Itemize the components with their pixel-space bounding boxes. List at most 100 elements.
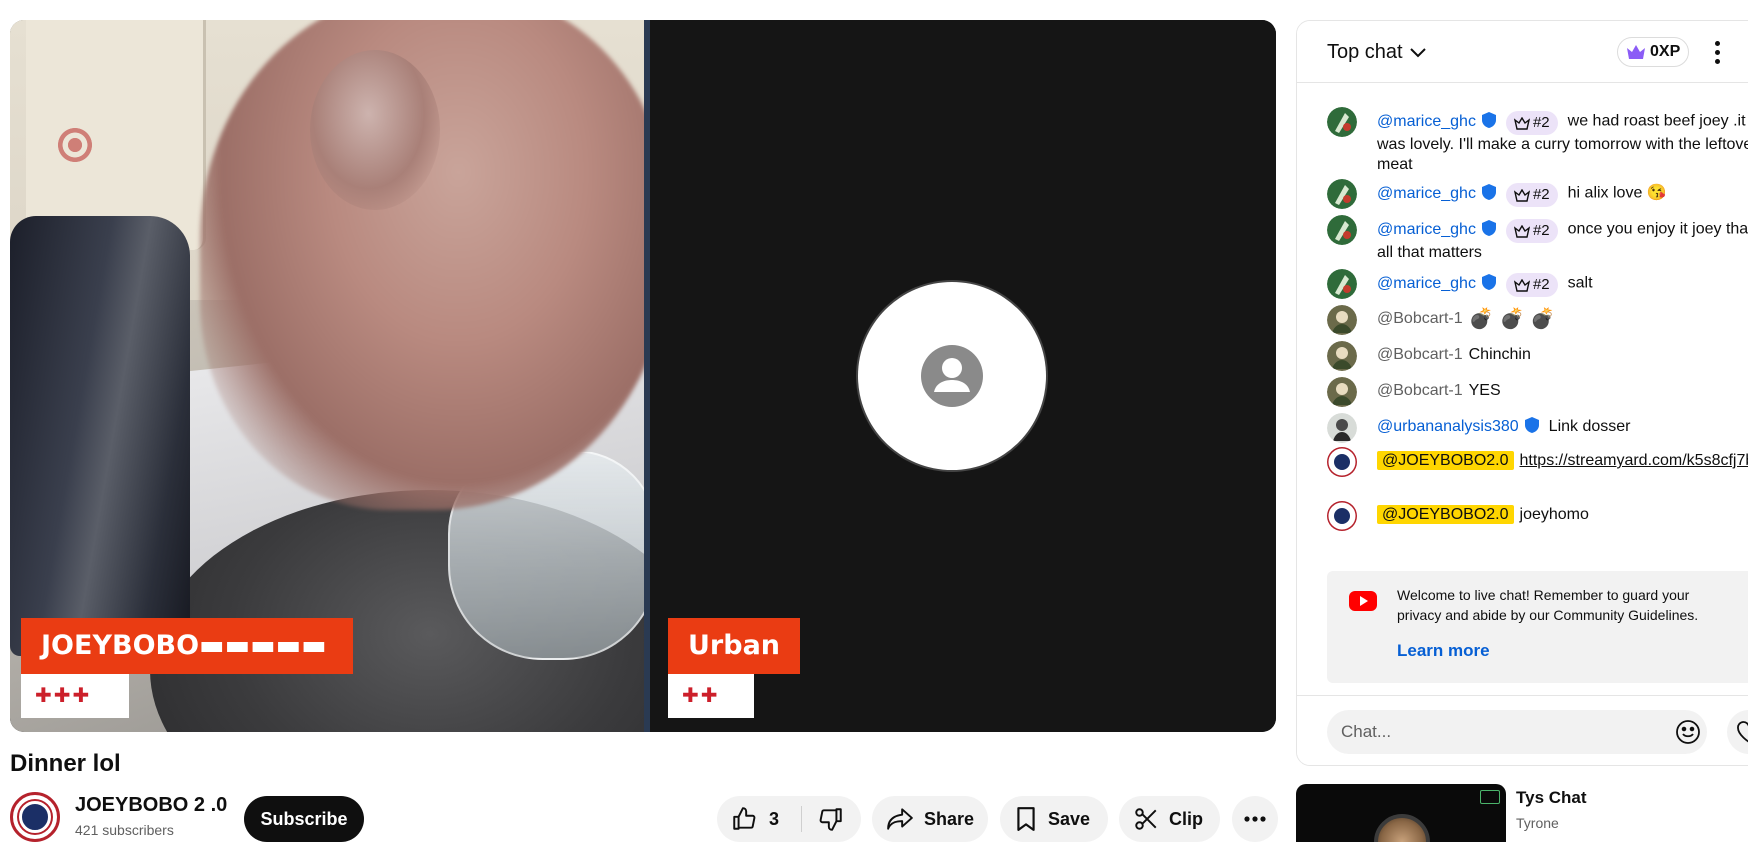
live-chat-panel: Top chat 0XP @marice_ghc #2 we had roast b… — [1296, 20, 1748, 766]
flag-emoji-tag-left: ✚✚✚ — [21, 674, 129, 718]
avatar[interactable] — [1327, 107, 1357, 137]
more-actions-button[interactable] — [1232, 796, 1278, 842]
chat-link[interactable]: https://streamyard.com/k5s8cfj7b8 — [1520, 452, 1748, 469]
avatar[interactable] — [1327, 269, 1357, 299]
channel-avatar[interactable] — [10, 792, 60, 842]
subscribe-button[interactable]: Subscribe — [244, 796, 364, 842]
emoji-smiley-icon[interactable] — [1675, 719, 1701, 745]
verified-shield-icon — [1481, 111, 1496, 128]
heart-icon — [1737, 721, 1748, 743]
like-dislike-group: 3 — [717, 796, 861, 842]
verified-shield-icon — [1481, 219, 1496, 236]
chat-menu-icon[interactable] — [1705, 37, 1729, 67]
share-label: Share — [924, 808, 975, 829]
top-chat-dropdown[interactable]: Top chat — [1327, 41, 1427, 64]
video-player[interactable]: JOEYBOBO▬▬▬▬▬ ✚✚✚ Urban ✚✚ — [10, 20, 1276, 732]
related-video-title[interactable]: Tys Chat — [1516, 788, 1587, 808]
avatar[interactable] — [1327, 215, 1357, 245]
chat-message: @JOEYBOBO2.0 https://streamyard.com/k5s8c… — [1327, 447, 1748, 477]
chat-author[interactable]: @urbananalysis380 — [1377, 418, 1519, 435]
chat-message: @urbananalysis380 Link dosser — [1327, 413, 1748, 443]
chat-author[interactable]: @Bobcart-1 — [1377, 310, 1463, 327]
share-button[interactable]: Share — [872, 796, 988, 842]
chat-message: @Bobcart-1 Chinchin — [1327, 341, 1748, 371]
dislike-button[interactable] — [802, 796, 860, 842]
scissors-icon — [1135, 808, 1157, 830]
avatar[interactable] — [1327, 447, 1357, 477]
related-video-thumbnail[interactable] — [1296, 784, 1506, 842]
related-video-channel[interactable]: Tyrone — [1516, 815, 1559, 831]
xp-value: 0XP — [1650, 43, 1681, 60]
clip-button[interactable]: Clip — [1119, 796, 1220, 842]
xp-badge[interactable]: 0XP — [1617, 37, 1690, 67]
avatar[interactable] — [1327, 413, 1357, 443]
chat-text: Chinchin — [1468, 346, 1531, 363]
learn-more-link[interactable]: Learn more — [1397, 641, 1490, 661]
chat-author[interactable]: @marice_ghc — [1377, 221, 1476, 238]
participant-name-tag-left: JOEYBOBO▬▬▬▬▬ — [21, 618, 353, 674]
video-title: Dinner lol — [10, 750, 121, 777]
chat-author[interactable]: @marice_ghc — [1377, 275, 1476, 292]
youtube-live-page: JOEYBOBO▬▬▬▬▬ ✚✚✚ Urban ✚✚ Dinner lol JO… — [0, 0, 1748, 842]
chat-author-owner[interactable]: @JOEYBOBO2.0 — [1377, 451, 1514, 470]
thumbs-up-icon — [733, 807, 756, 830]
avatar[interactable] — [1327, 341, 1357, 371]
chat-message: @Bobcart-1 YES — [1327, 377, 1748, 407]
chat-text: salt — [1567, 274, 1593, 292]
chat-text: 💣💣💣 — [1468, 308, 1562, 330]
crown-outline-icon — [1513, 188, 1530, 202]
rank-badge: #2 — [1505, 219, 1558, 243]
chat-author[interactable]: @Bobcart-1 — [1377, 382, 1463, 399]
verified-shield-icon — [1481, 183, 1496, 200]
share-arrow-icon — [887, 808, 913, 830]
crown-icon — [1627, 45, 1645, 59]
heart-reaction-button[interactable] — [1727, 710, 1748, 754]
person-icon — [921, 345, 983, 407]
chat-message: @marice_ghc #2 once you enjoy it joey that… — [1327, 215, 1748, 263]
rank-badge: #2 — [1505, 183, 1558, 207]
save-label: Save — [1048, 808, 1091, 829]
crown-outline-icon — [1513, 278, 1530, 292]
youtube-logo-icon — [1349, 591, 1377, 611]
avatar[interactable] — [1327, 377, 1357, 407]
subscriber-count: 421 subscribers — [75, 822, 174, 838]
chevron-down-icon — [1409, 47, 1426, 57]
participant-name-tag-right: Urban — [668, 618, 800, 674]
rank-badge: #2 — [1505, 273, 1558, 297]
chat-message: @marice_ghc #2 we had roast beef joey .it … — [1327, 107, 1748, 175]
avatar[interactable] — [1327, 501, 1357, 531]
verified-shield-icon — [1481, 273, 1496, 290]
bookmark-icon — [1017, 807, 1035, 831]
chat-text: hi alix love 😘 — [1567, 184, 1667, 202]
chat-text: YES — [1468, 382, 1501, 399]
more-horizontal-icon — [1244, 816, 1266, 822]
save-button[interactable]: Save — [1000, 796, 1108, 842]
welcome-text: Welcome to live chat! Remember to guard … — [1397, 587, 1699, 623]
clip-label: Clip — [1169, 808, 1203, 829]
chat-text: joeyhomo — [1519, 506, 1589, 523]
like-button[interactable]: 3 — [717, 796, 801, 842]
thumbs-down-icon — [819, 808, 842, 831]
crown-outline-icon — [1513, 116, 1530, 130]
chat-footer — [1297, 695, 1748, 765]
chat-input[interactable] — [1327, 710, 1707, 754]
chat-author[interactable]: @Bobcart-1 — [1377, 346, 1463, 363]
chat-author[interactable]: @marice_ghc — [1377, 185, 1476, 202]
chat-message: @JOEYBOBO2.0 joeyhomo — [1327, 501, 1748, 531]
chat-message: @marice_ghc #2 salt — [1327, 269, 1748, 299]
top-chat-label: Top chat — [1327, 41, 1403, 63]
avatar[interactable] — [1327, 305, 1357, 335]
channel-name[interactable]: JOEYBOBO 2 .0 — [75, 794, 227, 817]
welcome-banner: Welcome to live chat! Remember to guard … — [1327, 571, 1748, 683]
chat-text: Link dosser — [1548, 418, 1631, 435]
chat-author-owner[interactable]: @JOEYBOBO2.0 — [1377, 505, 1514, 524]
chat-message: @Bobcart-1 💣💣💣 — [1327, 305, 1748, 335]
chat-author[interactable]: @marice_ghc — [1377, 113, 1476, 130]
crown-outline-icon — [1513, 224, 1530, 238]
like-count: 3 — [769, 808, 780, 829]
flag-emoji-tag-right: ✚✚ — [668, 674, 754, 718]
participant-placeholder-avatar — [858, 282, 1046, 470]
avatar[interactable] — [1327, 179, 1357, 209]
rank-badge: #2 — [1505, 111, 1558, 135]
chat-message-list[interactable]: @marice_ghc #2 we had roast beef joey .it … — [1297, 83, 1748, 563]
